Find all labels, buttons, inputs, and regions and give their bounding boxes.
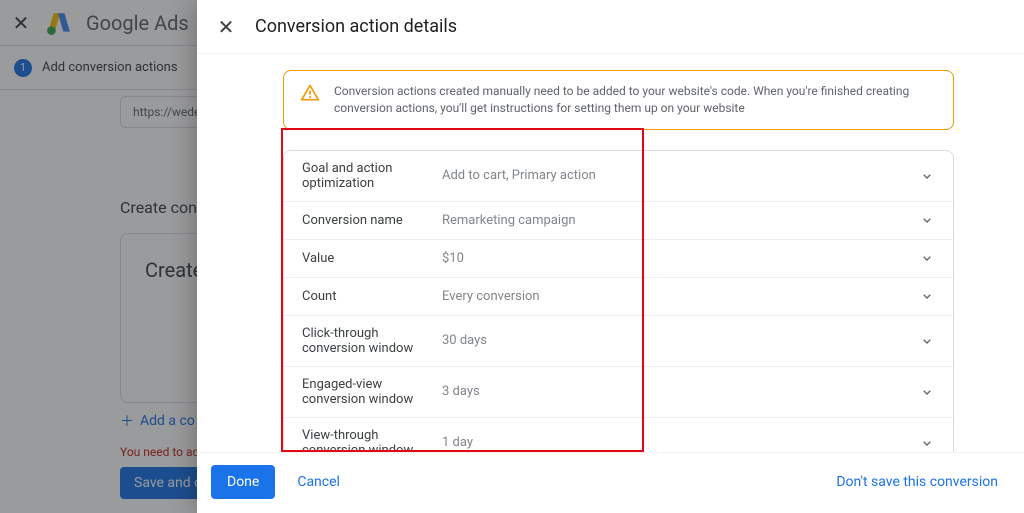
warning-alert: Conversion actions created manually need… xyxy=(283,70,954,130)
chevron-down-icon xyxy=(919,212,935,228)
modal-footer: Done Cancel Don't save this conversion xyxy=(197,452,1024,513)
row-label: Value xyxy=(302,251,442,266)
modal-body: Conversion actions created manually need… xyxy=(197,54,1024,452)
row-label: Click-through conversion window xyxy=(302,326,442,356)
conversion-details-modal: ✕ Conversion action details Conversion a… xyxy=(197,0,1024,513)
chevron-down-icon xyxy=(919,384,935,400)
done-button[interactable]: Done xyxy=(211,465,275,499)
modal-close-icon[interactable]: ✕ xyxy=(215,16,237,38)
row-value: $10 xyxy=(442,251,919,266)
alert-text: Conversion actions created manually need… xyxy=(334,83,937,117)
modal-header: ✕ Conversion action details xyxy=(197,0,1024,54)
row-view-window[interactable]: View-through conversion window 1 day xyxy=(284,417,953,452)
chevron-down-icon xyxy=(919,333,935,349)
row-value: Remarketing campaign xyxy=(442,213,919,228)
chevron-down-icon xyxy=(919,288,935,304)
row-count[interactable]: Count Every conversion xyxy=(284,277,953,315)
dont-save-button[interactable]: Don't save this conversion xyxy=(832,468,1002,496)
row-value: Add to cart, Primary action xyxy=(442,168,919,183)
row-engaged-window[interactable]: Engaged-view conversion window 3 days xyxy=(284,366,953,417)
row-label: View-through conversion window xyxy=(302,428,442,452)
row-label: Conversion name xyxy=(302,213,442,228)
row-goal-action[interactable]: Goal and action optimization Add to cart… xyxy=(284,151,953,201)
chevron-down-icon xyxy=(919,168,935,184)
row-value: 1 day xyxy=(442,435,919,450)
row-label: Count xyxy=(302,289,442,304)
row-value: 30 days xyxy=(442,333,919,348)
row-conversion-name[interactable]: Conversion name Remarketing campaign xyxy=(284,201,953,239)
row-value[interactable]: Value $10 xyxy=(284,239,953,277)
row-label: Goal and action optimization xyxy=(302,161,442,191)
chevron-down-icon xyxy=(919,250,935,266)
warning-triangle-icon xyxy=(300,83,320,117)
chevron-down-icon xyxy=(919,435,935,451)
row-label: Engaged-view conversion window xyxy=(302,377,442,407)
cancel-button[interactable]: Cancel xyxy=(293,468,344,496)
row-value: Every conversion xyxy=(442,289,919,304)
modal-title: Conversion action details xyxy=(255,16,457,37)
details-panel: Goal and action optimization Add to cart… xyxy=(283,150,954,452)
row-value: 3 days xyxy=(442,384,919,399)
row-click-window[interactable]: Click-through conversion window 30 days xyxy=(284,315,953,366)
